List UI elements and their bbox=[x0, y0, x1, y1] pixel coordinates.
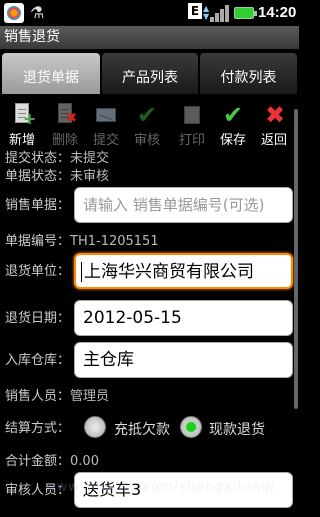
settlement-offset-radio[interactable] bbox=[84, 416, 106, 438]
back-x-icon: ✖ bbox=[265, 101, 286, 129]
return-date-label: 退货日期： bbox=[5, 311, 71, 326]
delete-button[interactable]: ✖ 删除 bbox=[45, 101, 85, 151]
doc-status-label: 单据状态： bbox=[5, 169, 71, 184]
battery-icon bbox=[234, 7, 257, 19]
total-value: 0.00 bbox=[70, 454, 99, 469]
submit-status-label: 提交状态： bbox=[5, 151, 71, 166]
approve-button[interactable]: ✔ 审核 bbox=[127, 101, 167, 151]
network-type-icon: E bbox=[188, 3, 202, 19]
back-button[interactable]: ✖ 返回 bbox=[254, 101, 294, 151]
return-date-input[interactable]: 2012-05-15 bbox=[74, 300, 293, 336]
new-label: 新增 bbox=[8, 133, 35, 148]
signal-icon bbox=[210, 4, 230, 22]
salesperson-value: 管理员 bbox=[70, 389, 110, 404]
tab-payment-list[interactable]: 付款列表 bbox=[200, 53, 297, 94]
watermark: www.sucaitu.com/shengxitong/ bbox=[45, 480, 276, 495]
print-button[interactable]: 打印 bbox=[172, 101, 212, 151]
status-bar: ⚗ E ▲ ▼ 14:20 bbox=[0, 0, 299, 26]
save-check-icon: ✔ bbox=[223, 101, 244, 129]
settlement-radio-group: 充抵欠款 现款退货 bbox=[84, 416, 284, 440]
submit-label: 提交 bbox=[92, 133, 119, 148]
return-unit-input[interactable]: 上海华兴商贸有限公司 bbox=[74, 253, 293, 289]
sales-doc-label: 销售单据： bbox=[5, 198, 71, 213]
settlement-cash-label[interactable]: 现款退货 bbox=[209, 419, 265, 439]
toolbar: + 新增 ✖ 删除 提交 ✔ 审核 打印 ✔ 保存 ✖ 返回 bbox=[0, 101, 299, 151]
scrollbar[interactable] bbox=[294, 109, 298, 409]
approve-label: 审核 bbox=[133, 133, 160, 148]
tab-return-doc[interactable]: 退货单据 bbox=[2, 53, 100, 94]
back-label: 返回 bbox=[260, 133, 287, 148]
doc-status-value: 未审核 bbox=[70, 169, 110, 184]
doc-number-value: TH1-1205151 bbox=[70, 234, 159, 249]
usb-icon: ⚗ bbox=[30, 3, 45, 22]
doc-number-label: 单据编号： bbox=[5, 234, 71, 249]
submit-status-row: 提交状态：未提交 bbox=[5, 151, 109, 167]
new-document-icon: + bbox=[11, 103, 36, 127]
clock: 14:20 bbox=[258, 4, 297, 21]
delete-label: 删除 bbox=[51, 133, 78, 148]
sales-doc-input[interactable]: 请输入 销售单据编号(可选) bbox=[74, 187, 293, 223]
save-button[interactable]: ✔ 保存 bbox=[213, 101, 253, 151]
submit-envelope-icon bbox=[95, 103, 117, 127]
submit-status-value: 未提交 bbox=[70, 151, 110, 166]
form-content: + 新增 ✖ 删除 提交 ✔ 审核 打印 ✔ 保存 ✖ 返回 提交状态：未提交 bbox=[0, 95, 299, 517]
total-row: 合计金额：0.00 bbox=[5, 454, 99, 470]
approve-check-icon: ✔ bbox=[137, 101, 158, 129]
salesperson-label: 销售人员： bbox=[5, 389, 71, 404]
app-icon bbox=[4, 3, 24, 23]
delete-document-icon: ✖ bbox=[54, 103, 77, 127]
doc-number-row: 单据编号：TH1-1205151 bbox=[5, 234, 159, 250]
save-label: 保存 bbox=[219, 133, 246, 148]
print-icon bbox=[181, 103, 203, 127]
doc-status-row: 单据状态：未审核 bbox=[5, 169, 109, 185]
submit-button[interactable]: 提交 bbox=[86, 101, 126, 151]
warehouse-select[interactable]: 主仓库 bbox=[74, 342, 293, 378]
salesperson-row: 销售人员：管理员 bbox=[5, 389, 109, 405]
window-title: 销售退货 bbox=[0, 26, 299, 49]
data-activity-icon: ▲ ▼ bbox=[203, 4, 210, 21]
return-unit-label: 退货单位： bbox=[5, 264, 71, 279]
tab-product-list[interactable]: 产品列表 bbox=[102, 53, 198, 94]
new-button[interactable]: + 新增 bbox=[2, 101, 42, 151]
tab-bar: 退货单据 产品列表 付款列表 bbox=[0, 49, 299, 144]
print-label: 打印 bbox=[178, 133, 205, 148]
settlement-label: 结算方式： bbox=[5, 421, 71, 436]
warehouse-label: 入库仓库： bbox=[5, 353, 71, 368]
settlement-cash-radio[interactable] bbox=[180, 416, 202, 438]
settlement-offset-label[interactable]: 充抵欠款 bbox=[114, 419, 170, 439]
total-label: 合计金额： bbox=[5, 454, 71, 469]
